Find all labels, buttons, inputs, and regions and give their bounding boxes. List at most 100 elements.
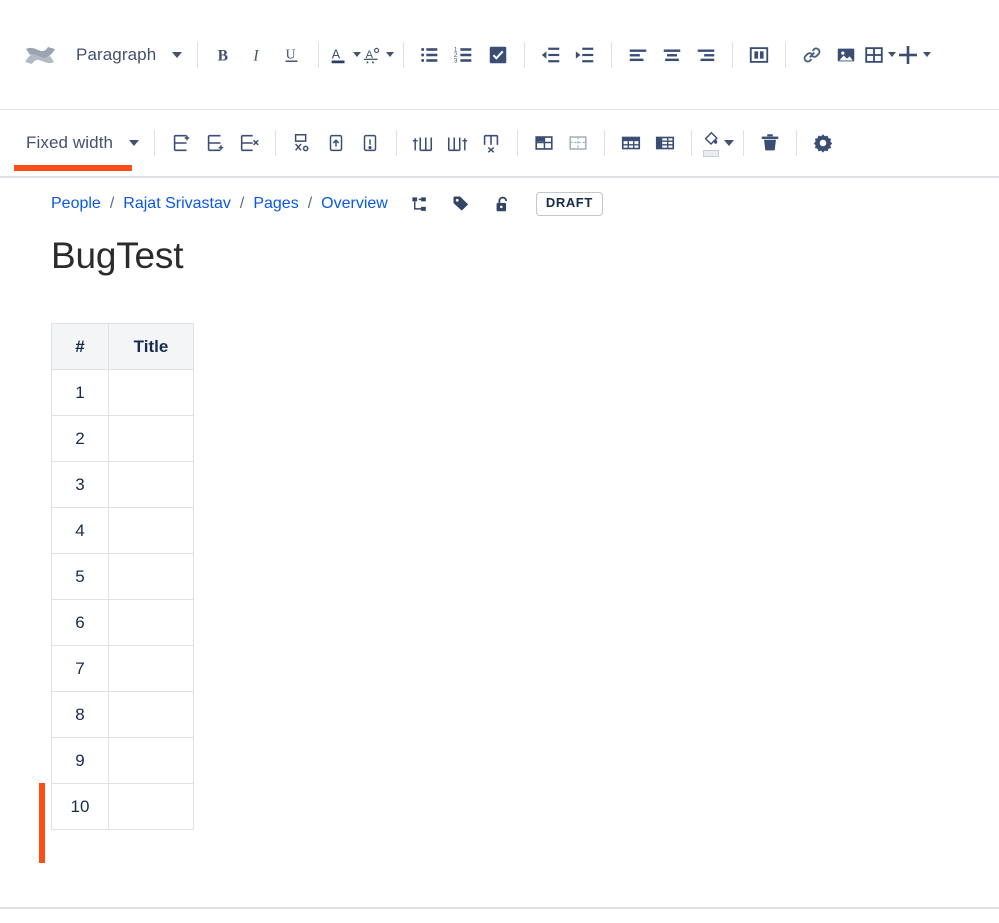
- paste-row-button[interactable]: [353, 123, 387, 163]
- breadcrumb-separator: /: [109, 195, 115, 212]
- table-cell-title[interactable]: [108, 507, 194, 555]
- table-row: 5: [51, 553, 194, 601]
- table-cell-title[interactable]: [108, 645, 194, 693]
- table-cell-number[interactable]: 4: [51, 507, 109, 555]
- svg-text:A: A: [332, 46, 341, 61]
- bold-button[interactable]: B: [207, 35, 241, 75]
- table-cell-number[interactable]: 8: [51, 691, 109, 739]
- toolbar-divider: [197, 41, 199, 68]
- toolbar-divider: [524, 41, 526, 68]
- header-column-button[interactable]: [648, 123, 682, 163]
- table-cell-title[interactable]: [108, 415, 194, 463]
- insert-column-right-button[interactable]: [440, 123, 474, 163]
- table-header-number[interactable]: #: [51, 323, 109, 371]
- breadcrumb-separator: /: [239, 195, 245, 212]
- cell-background-swatch: [703, 150, 720, 157]
- main-toolbar: Paragraph B I U A A 1 2 3: [0, 0, 999, 110]
- toolbar-divider: [403, 41, 405, 68]
- task-list-button[interactable]: [481, 35, 515, 75]
- table-toolbar: Fixed width: [0, 110, 999, 178]
- svg-text:3: 3: [454, 57, 458, 64]
- italic-button[interactable]: I: [241, 35, 275, 75]
- table-cell-number[interactable]: 9: [51, 737, 109, 785]
- table-cell-number[interactable]: 7: [51, 645, 109, 693]
- merge-cells-button[interactable]: [527, 123, 561, 163]
- table-cell-number[interactable]: 3: [51, 461, 109, 509]
- delete-column-button[interactable]: [474, 123, 508, 163]
- header-row-button[interactable]: [614, 123, 648, 163]
- breadcrumb-item-user[interactable]: Rajat Srivastav: [123, 195, 231, 213]
- toolbar-divider: [275, 130, 277, 156]
- svg-text:I: I: [253, 47, 260, 64]
- toolbar-divider: [611, 41, 613, 68]
- breadcrumb-item-overview[interactable]: Overview: [321, 195, 388, 213]
- chevron-down-icon: [172, 51, 183, 58]
- table-cell-number[interactable]: 10: [39, 783, 109, 864]
- chevron-down-icon: [386, 52, 395, 57]
- unlock-icon[interactable]: [493, 195, 512, 214]
- table-cell-number[interactable]: 6: [51, 599, 109, 647]
- table-cell-title[interactable]: [108, 737, 194, 785]
- insert-column-left-button[interactable]: [406, 123, 440, 163]
- table-row: 9: [51, 737, 194, 785]
- svg-text:U: U: [286, 46, 296, 61]
- insert-row-below-button[interactable]: [198, 123, 232, 163]
- breadcrumb-item-pages[interactable]: Pages: [253, 195, 298, 213]
- cell-background-dropdown[interactable]: [721, 123, 735, 163]
- table-width-label: Fixed width: [26, 133, 114, 152]
- image-button[interactable]: [829, 35, 863, 75]
- table-cell-title[interactable]: [108, 599, 194, 647]
- table-cell-title[interactable]: [108, 461, 194, 509]
- indent-button[interactable]: [568, 35, 602, 75]
- table-cell-title[interactable]: [108, 783, 194, 831]
- page-title[interactable]: BugTest: [51, 234, 999, 278]
- page-tree-icon[interactable]: [410, 195, 429, 214]
- active-row-marker: [39, 783, 45, 864]
- page-layout-button[interactable]: [742, 35, 776, 75]
- link-button[interactable]: [795, 35, 829, 75]
- bullet-list-button[interactable]: [413, 35, 447, 75]
- status-badge: DRAFT: [535, 192, 603, 216]
- table-cell-title[interactable]: [108, 691, 194, 739]
- more-text-styles-button[interactable]: A: [361, 35, 395, 75]
- table-cell-title[interactable]: [108, 553, 194, 601]
- insert-more-button[interactable]: [896, 35, 932, 75]
- numbered-list-button[interactable]: 1 2 3: [447, 35, 481, 75]
- toolbar-divider: [691, 130, 693, 156]
- width-mode-highlight: [14, 165, 132, 171]
- table-settings-button[interactable]: [806, 123, 840, 163]
- cut-row-button[interactable]: [285, 123, 319, 163]
- content-table[interactable]: # Title 1 2 3 4 5 6 7 8 9 10: [39, 323, 194, 864]
- table-cell-number[interactable]: 2: [51, 415, 109, 463]
- table-width-dropdown[interactable]: Fixed width: [14, 123, 145, 171]
- underline-button[interactable]: U: [275, 35, 309, 75]
- table-row: 1: [51, 369, 194, 417]
- content-bottom-divider: [0, 907, 999, 909]
- insert-row-above-button[interactable]: [164, 123, 198, 163]
- table-container: # Title 1 2 3 4 5 6 7 8 9 10: [39, 323, 999, 864]
- document-content: People / Rajat Srivastav / Pages / Overv…: [0, 182, 999, 864]
- block-type-dropdown[interactable]: Paragraph: [66, 35, 188, 75]
- block-type-label: Paragraph: [76, 44, 157, 64]
- label-tag-icon[interactable]: [451, 194, 471, 214]
- delete-row-button[interactable]: [232, 123, 266, 163]
- outdent-button[interactable]: [534, 35, 568, 75]
- table-row: 6: [51, 599, 194, 647]
- delete-table-button[interactable]: [753, 123, 787, 163]
- table-cell-title[interactable]: [108, 369, 194, 417]
- chevron-down-icon: [129, 140, 140, 146]
- table-header-title[interactable]: Title: [108, 323, 194, 371]
- align-center-button[interactable]: [655, 35, 689, 75]
- copy-row-button[interactable]: [319, 123, 353, 163]
- table-cell-number[interactable]: 5: [51, 553, 109, 601]
- text-color-button[interactable]: A: [328, 35, 362, 75]
- breadcrumb-item-people[interactable]: People: [51, 195, 101, 213]
- align-left-button[interactable]: [621, 35, 655, 75]
- split-cell-button[interactable]: [561, 123, 595, 163]
- table-cell-number[interactable]: 1: [51, 369, 109, 417]
- confluence-logo[interactable]: [14, 40, 66, 70]
- cell-background-button[interactable]: [701, 123, 721, 163]
- insert-table-button[interactable]: [863, 35, 897, 75]
- toolbar-divider: [604, 130, 606, 156]
- align-right-button[interactable]: [689, 35, 723, 75]
